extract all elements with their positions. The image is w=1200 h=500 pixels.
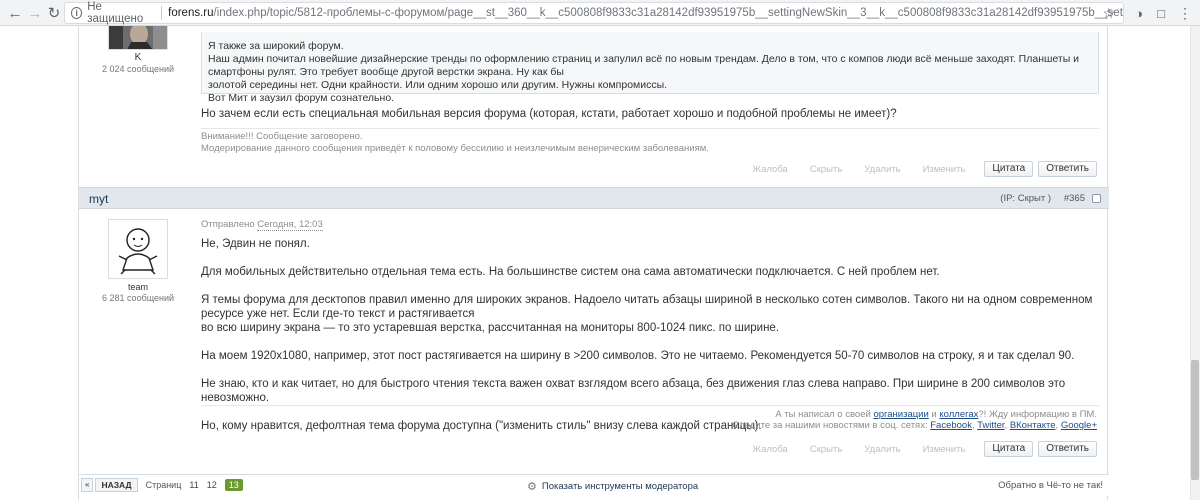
select-post-checkbox[interactable] bbox=[1092, 194, 1101, 203]
post1-body: Но зачем если есть специальная мобильная… bbox=[201, 108, 897, 120]
sig-text: и bbox=[928, 409, 940, 420]
first-page-button[interactable]: « bbox=[81, 478, 94, 492]
avatar[interactable] bbox=[108, 219, 168, 279]
quote-button[interactable]: Цитата bbox=[984, 161, 1034, 177]
extension-shield-icon[interactable]: ◑ bbox=[1130, 4, 1148, 22]
signature-divider bbox=[201, 405, 1099, 406]
reload-icon[interactable]: ↻ bbox=[43, 2, 65, 24]
post-number-link[interactable]: #365 bbox=[1064, 193, 1085, 204]
author-name[interactable]: K bbox=[79, 52, 197, 63]
paragraph: Для мобильных действительно отдельная те… bbox=[201, 266, 940, 278]
hide-link[interactable]: Скрыть bbox=[810, 444, 842, 455]
sig-text: ?! Жду информацию в ПМ. bbox=[978, 409, 1097, 420]
mod-tools-label: Показать инструменты модератора bbox=[541, 481, 699, 492]
signature: А ты написал о своей организации и колле… bbox=[732, 409, 1097, 431]
post-count: 2 024 сообщений bbox=[101, 64, 175, 74]
vkontakte-link[interactable]: ВКонтакте bbox=[1010, 420, 1056, 431]
ip-label: (IP: Скрыт ) bbox=[1000, 193, 1051, 204]
back-button[interactable]: НАЗАД bbox=[95, 478, 138, 492]
reply-button[interactable]: Ответить bbox=[1038, 441, 1097, 457]
mod-tools-link[interactable]: ⚙ Показать инструменты модератора bbox=[527, 480, 698, 493]
sig-text: Следите за нашими новостями в соц. сетях… bbox=[732, 420, 931, 431]
back-arrow-icon[interactable]: ← bbox=[4, 2, 26, 24]
post-count: 6 281 сообщений bbox=[101, 293, 175, 303]
info-icon[interactable]: i bbox=[71, 7, 83, 19]
paragraph: Я темы форума для десктопов правил именн… bbox=[201, 294, 1093, 320]
facebook-link[interactable]: Facebook bbox=[930, 420, 972, 431]
menu-kebab-icon[interactable]: ⋮ bbox=[1176, 4, 1194, 22]
page-link-12[interactable]: 12 bbox=[207, 480, 217, 490]
current-page: 13 bbox=[224, 479, 243, 491]
hide-link[interactable]: Скрыть bbox=[810, 164, 842, 175]
post-date: Отправлено Сегодня, 12:03 bbox=[201, 219, 1099, 231]
divider bbox=[161, 6, 163, 20]
not-secure-label: Не защищено bbox=[87, 1, 144, 25]
paragraph: Не знаю, кто и как читает, но для быстро… bbox=[201, 378, 1066, 404]
delete-link[interactable]: Удалить bbox=[864, 164, 900, 175]
post1-warning: Внимание!!! Сообщение заговорено. Модери… bbox=[201, 131, 1099, 155]
bookmark-star-icon[interactable]: ☆ bbox=[1102, 5, 1115, 22]
page-link-11[interactable]: 11 bbox=[189, 480, 198, 490]
avatar-baby-icon bbox=[109, 220, 167, 278]
avatar-photo-icon bbox=[109, 26, 167, 49]
post1-actions: Жалоба Скрыть Удалить Изменить Цитата От… bbox=[752, 161, 1097, 177]
warning-line-1: Внимание!!! Сообщение заговорено. bbox=[201, 131, 363, 142]
post2-author: team 6 281 сообщений bbox=[79, 219, 197, 303]
post1-author: K 2 024 сообщений bbox=[79, 26, 197, 74]
reply-button[interactable]: Ответить bbox=[1038, 161, 1097, 177]
posted-date: Сегодня, 12:03 bbox=[257, 219, 323, 231]
quote-line: Вот Мит и заузил форум сознательно. bbox=[208, 92, 395, 104]
signature-divider bbox=[201, 128, 1099, 129]
pages-label: Страниц bbox=[145, 480, 182, 490]
post-author-link[interactable]: myt bbox=[89, 192, 108, 206]
quote-block: Я также за широкий форум. Наш админ почи… bbox=[201, 32, 1099, 104]
edit-link[interactable]: Изменить bbox=[923, 444, 966, 455]
pagination: « НАЗАД Страниц 11 12 13 bbox=[81, 478, 243, 492]
paragraph: Не, Эдвин не понял. bbox=[201, 238, 310, 250]
colleagues-link[interactable]: коллегах bbox=[939, 409, 978, 420]
sig-text: А ты написал о своей bbox=[775, 409, 874, 420]
browser-toolbar: ← → ↻ i Не защищено forens.ru/index.php/… bbox=[0, 0, 1200, 26]
forum-content: K 2 024 сообщений Я также за широкий фор… bbox=[78, 26, 1109, 500]
extension-doc-icon[interactable]: □ bbox=[1152, 4, 1170, 22]
url-text: forens.ru/index.php/topic/5812-проблемы-… bbox=[168, 7, 1123, 19]
twitter-link[interactable]: Twitter bbox=[977, 420, 1004, 431]
googleplus-link[interactable]: Google+ bbox=[1061, 420, 1097, 431]
paragraph: во всю ширину экрана — то это устаревшая… bbox=[201, 322, 780, 334]
paragraph: На моем 1920х1080, например, этот пост р… bbox=[201, 350, 1075, 362]
avatar[interactable] bbox=[108, 26, 168, 50]
delete-link[interactable]: Удалить bbox=[864, 444, 900, 455]
quote-line: Я также за широкий форум. bbox=[208, 40, 344, 52]
organization-link[interactable]: организации bbox=[873, 409, 928, 420]
scrollbar-thumb[interactable] bbox=[1191, 360, 1199, 480]
edit-link[interactable]: Изменить bbox=[923, 164, 966, 175]
signature-line-2: Следите за нашими новостями в соц. сетях… bbox=[732, 420, 1097, 431]
url-host: forens.ru bbox=[168, 7, 214, 19]
post2-header: myt (IP: Скрыт ) #365 bbox=[79, 187, 1109, 209]
address-bar[interactable]: i Не защищено forens.ru/index.php/topic/… bbox=[64, 1, 1124, 25]
report-link[interactable]: Жалоба bbox=[752, 444, 788, 455]
pagination-bar: « НАЗАД Страниц 11 12 13 ⚙ Показать инст… bbox=[79, 474, 1109, 496]
gear-icon: ⚙ bbox=[527, 481, 537, 493]
avatar-label: team bbox=[127, 282, 148, 292]
quote-button[interactable]: Цитата bbox=[984, 441, 1034, 457]
back-to-forum-link[interactable]: Обратно в Чё-то не так! bbox=[998, 480, 1103, 491]
posted-label: Отправлено bbox=[201, 219, 255, 230]
post2-actions: Жалоба Скрыть Удалить Изменить Цитата От… bbox=[752, 441, 1097, 457]
quote-line: Наш админ почитал новейшие дизайнерские … bbox=[208, 53, 1080, 78]
warning-line-2: Модерирование данного сообщения приведёт… bbox=[201, 143, 709, 154]
quote-line: золотой середины нет. Одни крайности. Ил… bbox=[208, 79, 668, 91]
signature-line-1: А ты написал о своей организации и колле… bbox=[732, 409, 1097, 420]
report-link[interactable]: Жалоба bbox=[752, 164, 788, 175]
url-path: /index.php/topic/5812-проблемы-с-форумом… bbox=[213, 7, 1123, 19]
post2-body: Не, Эдвин не понял. Для мобильных действ… bbox=[201, 237, 1099, 433]
